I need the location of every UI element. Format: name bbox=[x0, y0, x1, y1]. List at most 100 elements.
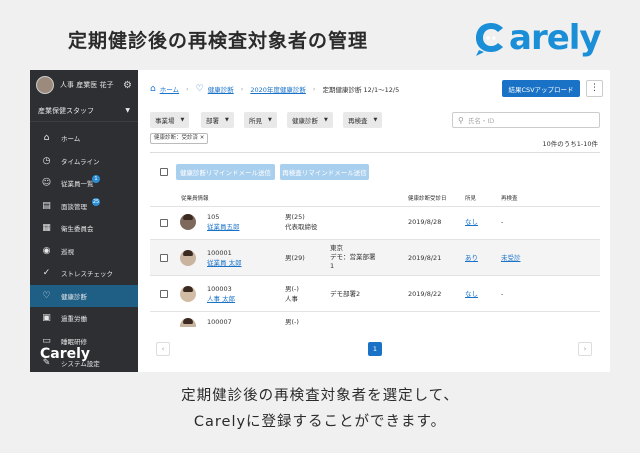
carely-logo-mark-icon bbox=[474, 19, 508, 57]
employee-dept: デモ部署2 bbox=[330, 290, 361, 298]
role-selector[interactable]: 産業保健スタッフ ▼ bbox=[30, 100, 138, 122]
column-header-date: 健康診断受診日 bbox=[408, 196, 447, 202]
next-page-button[interactable]: › bbox=[578, 342, 592, 356]
heart-icon: ♡ bbox=[195, 84, 204, 94]
caret-down-icon: ▼ bbox=[225, 117, 229, 123]
user-menu[interactable]: 人事 産業医 花子 ⚙ bbox=[30, 70, 138, 100]
avatar bbox=[180, 318, 196, 327]
caret-down-icon: ▼ bbox=[324, 117, 328, 123]
caret-down-icon: ▼ bbox=[125, 107, 130, 114]
sidebar-item-employees[interactable]: ☺ 従業員一覧 1 bbox=[30, 172, 138, 195]
sidebar-item-label: ストレスチェック bbox=[61, 270, 113, 279]
table-row[interactable]: 100003 人事 太郎 男(-) 人事 デモ部署2 2019/8/22 なし … bbox=[150, 275, 600, 311]
sidebar-item-committee[interactable]: ▦ 衛生委員会 bbox=[30, 217, 138, 240]
avatar bbox=[180, 250, 196, 266]
table-row[interactable]: 105 従業員五郎 男(25) 代表取締役 2019/8/28 なし - bbox=[150, 206, 600, 239]
eye-icon: ◉ bbox=[42, 245, 51, 256]
chevron-right-icon: › bbox=[312, 85, 316, 93]
breadcrumb: ⌂ ホーム › ♡ 健康診断 › 2020年度健康診断 › 定期健康診断 12/… bbox=[150, 84, 399, 94]
sidebar-item-label: タイムライン bbox=[61, 157, 100, 166]
avatar bbox=[36, 76, 54, 94]
chevron-right-icon: › bbox=[240, 85, 244, 93]
avatar bbox=[180, 214, 196, 230]
exam-date: 2019/8/28 bbox=[408, 218, 442, 226]
carely-logo-text: arely bbox=[509, 18, 602, 58]
finding-link[interactable]: なし bbox=[465, 218, 478, 227]
caption-line-1: 定期健診後の再検査対象者を選定して、 bbox=[181, 388, 459, 404]
sidebar-item-home[interactable]: ⌂ ホーム bbox=[30, 127, 138, 150]
home-icon: ⌂ bbox=[150, 84, 156, 94]
table-row[interactable]: 100001 従業員 太郎 男(29) 東京 デモ：営業部署 1 2019/8/… bbox=[150, 239, 600, 275]
row-checkbox[interactable] bbox=[160, 254, 168, 262]
user-name: 人事 産業医 花子 bbox=[60, 81, 114, 89]
breadcrumb-year[interactable]: 2020年度健康診断 bbox=[250, 84, 306, 94]
slide-title: 定期健診後の再検査対象者の管理 bbox=[68, 30, 369, 52]
sidebar-item-label: ホーム bbox=[61, 135, 81, 144]
recheck-status: - bbox=[501, 290, 504, 298]
employee-attr: 男(-) bbox=[285, 318, 299, 326]
row-checkbox[interactable] bbox=[160, 219, 168, 227]
home-icon: ⌂ bbox=[43, 133, 50, 144]
more-menu-button[interactable]: ⋮ bbox=[586, 80, 603, 97]
filter-recheck[interactable]: 再検査 ▼ bbox=[343, 112, 383, 128]
avatar bbox=[180, 286, 196, 302]
sidebar-item-stress-check[interactable]: ✓ ストレスチェック bbox=[30, 262, 138, 285]
filter-health-status[interactable]: 健康診断 ▼ bbox=[287, 112, 333, 128]
breadcrumb-health[interactable]: 健康診断 bbox=[208, 84, 234, 94]
sidebar-item-label: 過重労働 bbox=[61, 315, 87, 324]
employee-location: 東京 bbox=[330, 244, 343, 252]
clipboard-icon: ▦ bbox=[42, 223, 51, 234]
employee-name-link[interactable]: 従業員 太郎 bbox=[207, 259, 242, 268]
employee-dept-line2: 1 bbox=[330, 262, 335, 270]
employee-name-link[interactable]: 人事 太郎 bbox=[207, 295, 235, 304]
filter-chip[interactable]: 健康診断：受診済 ✕ bbox=[150, 133, 209, 144]
gear-icon[interactable]: ⚙ bbox=[123, 80, 132, 91]
caption-line-2: Carelyに登録することができます。 bbox=[193, 414, 447, 430]
search-input[interactable]: ⚲ 氏名・ID bbox=[452, 112, 600, 128]
recheck-status-link[interactable]: 未受診 bbox=[501, 254, 521, 263]
sidebar-item-label: 面談管理 bbox=[61, 202, 87, 211]
clock-icon: ◷ bbox=[42, 155, 51, 166]
filter-label: 所見 bbox=[249, 117, 262, 125]
filter-office[interactable]: 事業場 ▼ bbox=[150, 112, 190, 128]
csv-upload-button[interactable]: 結果CSVアップロード bbox=[502, 80, 580, 97]
filter-label: 事業場 bbox=[155, 117, 175, 125]
sidebar-item-interviews[interactable]: ▤ 面談管理 25 bbox=[30, 195, 138, 218]
prev-page-button[interactable]: ‹ bbox=[156, 342, 170, 356]
sidebar-nav: ⌂ ホーム ◷ タイムライン ☺ 従業員一覧 1 ▤ 面談管理 25 ▦ 衛生委… bbox=[30, 127, 138, 372]
filter-dept[interactable]: 部署 ▼ bbox=[201, 112, 234, 128]
employee-attr: 男(25) bbox=[285, 213, 305, 221]
sidebar-item-label: 巡視 bbox=[61, 247, 74, 256]
sidebar-item-overwork[interactable]: ▣ 過重労働 bbox=[30, 307, 138, 330]
employee-name-link[interactable]: 従業員五郎 bbox=[207, 223, 240, 232]
remind-health-button[interactable]: 健康診断リマインドメール送信 bbox=[176, 164, 275, 180]
sidebar-item-patrol[interactable]: ◉ 巡視 bbox=[30, 240, 138, 263]
breadcrumb-home[interactable]: ホーム bbox=[160, 84, 179, 94]
finding-link[interactable]: なし bbox=[465, 290, 478, 299]
row-checkbox[interactable] bbox=[160, 290, 168, 298]
bed-icon: ▭ bbox=[42, 335, 51, 346]
filter-label: 健康診断 bbox=[292, 117, 318, 125]
caret-down-icon: ▼ bbox=[180, 117, 185, 123]
people-icon: ☺ bbox=[41, 178, 52, 189]
role-label: 産業保健スタッフ bbox=[38, 106, 94, 115]
select-all-checkbox[interactable] bbox=[160, 168, 168, 176]
remind-recheck-button[interactable]: 再検査リマインドメール送信 bbox=[280, 164, 369, 180]
table-row[interactable]: 100007 男(-) bbox=[150, 311, 600, 327]
employee-attr: 男(29) bbox=[285, 254, 305, 262]
finding-link[interactable]: あり bbox=[465, 254, 478, 263]
employee-id: 100003 bbox=[207, 285, 232, 293]
chat-icon: ▤ bbox=[42, 200, 51, 211]
column-header-employee: 従業員情報 bbox=[181, 196, 209, 202]
briefcase-icon: ▣ bbox=[42, 313, 51, 324]
sidebar-item-label: 睡眠研修 bbox=[61, 337, 87, 346]
carely-logo: arely bbox=[474, 18, 602, 58]
page-1-button[interactable]: 1 bbox=[368, 342, 382, 356]
filter-finding[interactable]: 所見 ▼ bbox=[244, 112, 277, 128]
sidebar-logo: Carely bbox=[40, 346, 91, 362]
sidebar-item-timeline[interactable]: ◷ タイムライン bbox=[30, 150, 138, 173]
notification-badge: 1 bbox=[92, 175, 100, 183]
pagination: ‹ 1 › bbox=[150, 342, 600, 358]
sidebar-item-health-check[interactable]: ♡ 健康診断 bbox=[30, 284, 138, 307]
sidebar-item-label: 健康診断 bbox=[61, 292, 87, 301]
